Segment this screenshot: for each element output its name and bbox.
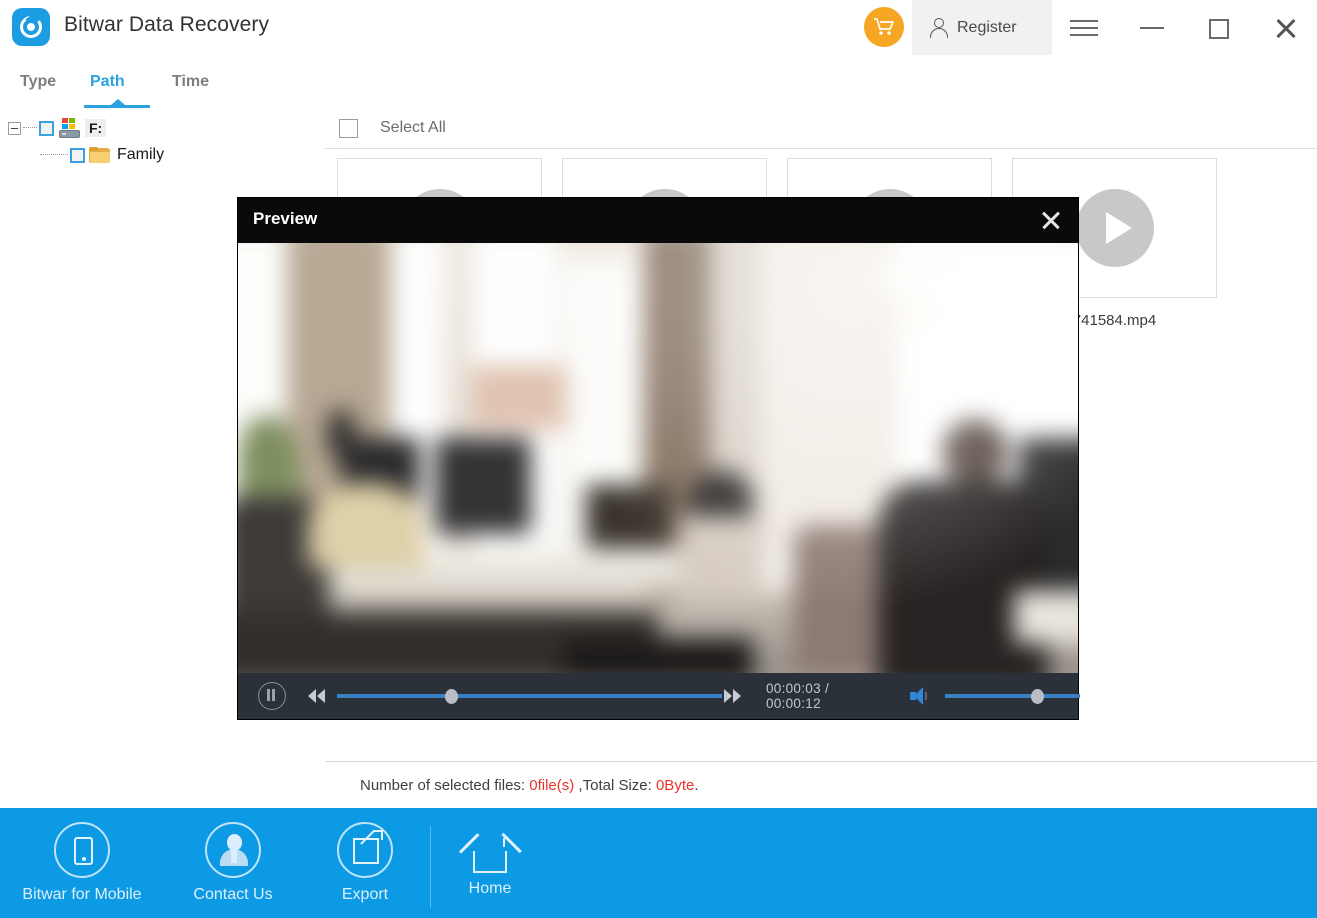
tree-checkbox-drive[interactable] xyxy=(39,120,54,136)
export-label: Export xyxy=(341,886,389,903)
home-icon xyxy=(458,833,522,874)
video-progress-slider[interactable] xyxy=(337,689,723,704)
preview-dialog-titlebar: Preview xyxy=(238,198,1078,243)
user-support-icon xyxy=(205,822,261,878)
tab-path-label: Path xyxy=(90,72,125,90)
mobile-phone-icon xyxy=(54,822,110,878)
minimize-icon[interactable] xyxy=(1124,0,1179,55)
pause-icon[interactable] xyxy=(258,682,286,710)
cart-glyph xyxy=(874,18,894,35)
preview-dialog: Preview 00:00:03 / 00:00:12 xyxy=(238,198,1081,719)
folder-icon xyxy=(89,146,111,164)
register-label: Register xyxy=(957,18,1017,36)
user-icon xyxy=(930,17,948,38)
hamburger-menu-icon[interactable] xyxy=(1056,0,1111,55)
status-prefix: Number of selected files: xyxy=(360,777,530,794)
tree-checkbox-family[interactable] xyxy=(70,147,85,163)
register-button[interactable]: Register xyxy=(912,0,1052,55)
bitwar-logo-icon xyxy=(12,8,50,46)
rewind-icon[interactable] xyxy=(307,689,326,703)
status-total-size: 0Byte xyxy=(655,777,695,794)
preview-dialog-title: Preview xyxy=(253,209,318,228)
tab-time-label: Time xyxy=(172,72,210,90)
close-icon[interactable] xyxy=(1036,206,1066,236)
bitwar-for-mobile-button[interactable]: Bitwar for Mobile xyxy=(17,822,147,904)
home-button[interactable]: Home xyxy=(425,833,555,898)
video-play-icon xyxy=(1075,189,1154,267)
tree-node-family[interactable]: Family xyxy=(40,146,164,164)
filter-toolbar: Type Path Time Preview Details xyxy=(0,55,1317,156)
tree-node-family-label: Family xyxy=(117,146,165,163)
volume-slider[interactable] xyxy=(945,689,1081,704)
bottom-action-bar: Bitwar for Mobile Contact Us Export Home… xyxy=(0,808,1317,918)
home-label: Home xyxy=(468,880,512,897)
export-icon xyxy=(337,822,393,878)
select-all-checkbox[interactable] xyxy=(339,118,358,138)
fast-forward-icon[interactable] xyxy=(724,689,742,703)
application-window: Bitwar Data Recovery Register Type Path … xyxy=(0,0,1317,918)
contact-us-button[interactable]: Contact Us xyxy=(168,822,298,904)
shopping-cart-icon[interactable] xyxy=(864,7,904,47)
tab-type[interactable]: Type xyxy=(20,55,56,108)
status-selected-count: 0file(s) xyxy=(529,777,575,794)
progress-slider-handle[interactable] xyxy=(445,689,459,704)
video-time-display: 00:00:03 / 00:00:12 xyxy=(765,681,830,711)
status-suffix: . xyxy=(694,777,699,794)
tree-node-drive-label: F: xyxy=(85,119,107,137)
select-all-label: Select All xyxy=(380,119,446,136)
tab-type-label: Type xyxy=(20,72,57,90)
volume-icon[interactable] xyxy=(909,687,932,705)
tree-connector xyxy=(40,154,68,156)
tab-time[interactable]: Time xyxy=(172,55,209,108)
bitwar-for-mobile-label: Bitwar for Mobile xyxy=(22,886,142,903)
close-icon[interactable] xyxy=(1258,0,1313,55)
selection-status-bar: Number of selected files: 0file(s) ,Tota… xyxy=(325,761,1317,809)
video-preview-surface[interactable] xyxy=(238,243,1078,673)
title-bar: Bitwar Data Recovery Register xyxy=(0,0,1317,56)
tree-connector xyxy=(23,127,37,129)
collapse-minus-icon[interactable] xyxy=(8,121,21,135)
tree-node-drive[interactable]: F: xyxy=(8,118,107,138)
maximize-icon[interactable] xyxy=(1191,0,1246,55)
volume-slider-handle[interactable] xyxy=(1031,689,1045,704)
video-highlight-overlay xyxy=(238,243,1078,673)
tab-path[interactable]: Path xyxy=(84,55,150,108)
select-all-row[interactable]: Select All xyxy=(325,108,1317,149)
status-middle: ,Total Size: xyxy=(574,777,656,794)
selection-status-text: Number of selected files: 0file(s) ,Tota… xyxy=(360,777,699,794)
video-controls-bar: 00:00:03 / 00:00:12 xyxy=(238,673,1081,719)
export-button[interactable]: Export xyxy=(300,822,430,904)
app-title: Bitwar Data Recovery xyxy=(64,13,270,36)
contact-us-label: Contact Us xyxy=(193,886,273,903)
windows-drive-icon xyxy=(58,118,81,138)
